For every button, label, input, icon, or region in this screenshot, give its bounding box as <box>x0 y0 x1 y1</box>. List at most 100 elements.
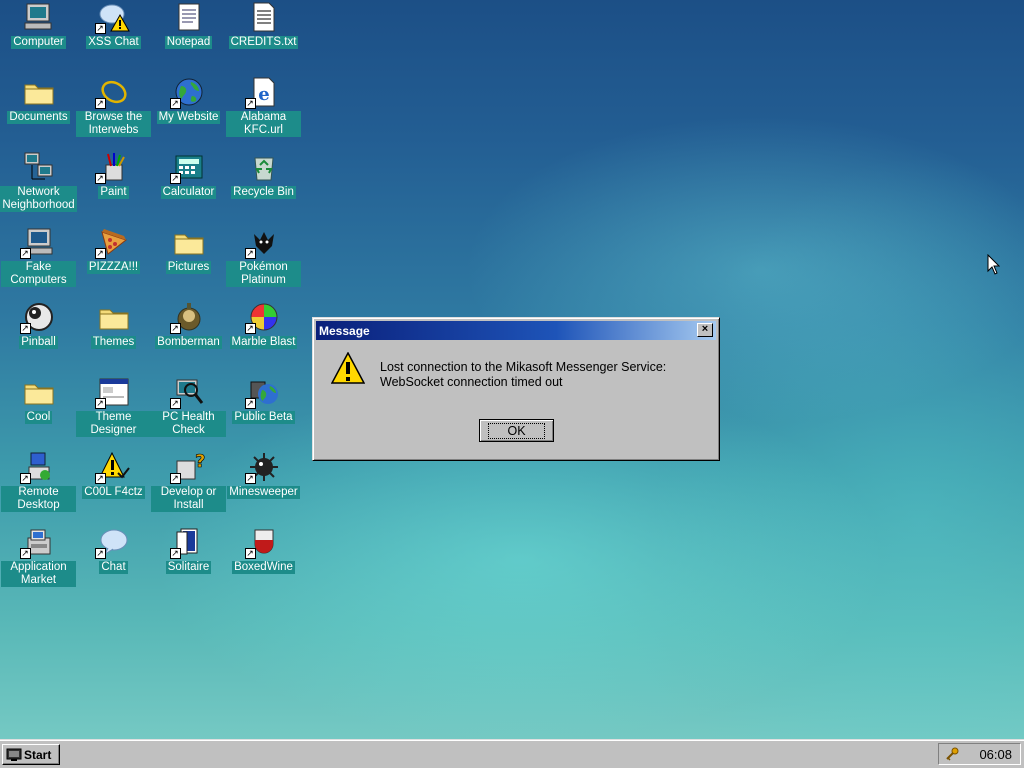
desktop-icon-pokemon[interactable]: ↗ Pokémon Platinum <box>226 225 301 287</box>
shortcut-arrow-icon: ↗ <box>94 398 106 409</box>
ok-button[interactable]: OK <box>479 419 554 442</box>
bomberman-icon: ↗ <box>169 300 206 334</box>
computer-icon <box>22 0 56 34</box>
start-label: Start <box>24 747 52 762</box>
chat-icon: ↗ <box>94 525 131 559</box>
taskbar: Start 06:08 <box>0 739 1024 768</box>
desktop-icon-label: Solitaire <box>165 561 212 574</box>
desktop-icon-label: Develop or Install <box>151 486 226 512</box>
pokemon-icon: ↗ <box>244 225 281 259</box>
app-market-icon: ↗ <box>19 525 56 559</box>
key-icon[interactable] <box>945 747 959 761</box>
desktop-icon-label: Themes <box>90 336 137 349</box>
desktop-icon-computer[interactable]: Computer <box>1 0 76 49</box>
shortcut-arrow-icon: ↗ <box>19 323 31 334</box>
dialog-message-line1: Lost connection to the Mikasoft Messenge… <box>380 360 667 374</box>
desktop-icon-label: Pinball <box>19 336 58 349</box>
start-button[interactable]: Start <box>2 744 60 765</box>
desktop-icon-label: Cool <box>24 411 53 424</box>
message-dialog: Message × Lost connection to the Mikasof… <box>312 317 720 461</box>
desktop-icon-bomberman[interactable]: ↗ Bomberman <box>151 300 226 349</box>
desktop-icon-xss-chat[interactable]: ↗ XSS Chat <box>76 0 151 49</box>
desktop-icon-label: XSS Chat <box>86 36 141 49</box>
warning-icon <box>331 352 365 384</box>
desktop-icon-recycle-bin[interactable]: Recycle Bin <box>226 150 301 199</box>
desktop-icon-develop-install[interactable]: ? ↗ Develop or Install <box>151 450 226 512</box>
desktop-icon-url-shortcut[interactable]: e ↗ Alabama KFC.url <box>226 75 301 137</box>
themes-folder-icon <box>97 300 131 334</box>
shortcut-arrow-icon: ↗ <box>94 98 106 109</box>
start-logo-icon <box>6 748 22 761</box>
desktop-icon-label: Network Neighborhood <box>0 186 77 212</box>
public-beta-icon: ↗ <box>244 375 281 409</box>
desktop-icon-cool-folder[interactable]: Cool <box>1 375 76 424</box>
desktop-icon-health-check[interactable]: ↗ PC Health Check <box>151 375 226 437</box>
paint-icon: ↗ <box>94 150 131 184</box>
desktop-icon-public-beta[interactable]: ↗ Public Beta <box>226 375 301 424</box>
dialog-close-button[interactable]: × <box>697 323 713 337</box>
remote-desktop-icon: ↗ <box>19 450 56 484</box>
cool-facts-icon: ↗ <box>94 450 131 484</box>
desktop-icon-label: My Website <box>156 111 221 124</box>
desktop-icon-notepad[interactable]: Notepad <box>151 0 226 49</box>
desktop-icon-theme-designer[interactable]: ↗ Theme Designer <box>76 375 151 437</box>
dialog-title-bar[interactable]: Message × <box>316 321 716 340</box>
desktop-icon-text-file[interactable]: CREDITS.txt <box>226 0 301 49</box>
desktop-icon-label: Alabama KFC.url <box>226 111 301 137</box>
clock[interactable]: 06:08 <box>979 747 1012 762</box>
minesweeper-icon: ↗ <box>244 450 281 484</box>
pictures-folder-icon <box>172 225 206 259</box>
desktop-icon-calculator[interactable]: ↗ Calculator <box>151 150 226 199</box>
desktop-icon-label: Public Beta <box>232 411 295 424</box>
desktop-icon-pictures-folder[interactable]: Pictures <box>151 225 226 274</box>
pinball-icon: ↗ <box>19 300 56 334</box>
shortcut-arrow-icon: ↗ <box>244 548 256 559</box>
desktop-icon-documents-folder[interactable]: Documents <box>1 75 76 124</box>
shortcut-arrow-icon: ↗ <box>19 248 31 259</box>
pizza-icon: ↗ <box>94 225 131 259</box>
desktop-icon-label: CREDITS.txt <box>228 36 299 49</box>
desktop-icon-label: Documents <box>7 111 70 124</box>
desktop-icon-label: Notepad <box>164 36 213 49</box>
shortcut-arrow-icon: ↗ <box>169 98 181 109</box>
desktop-icon-remote-desktop[interactable]: ↗ Remote Desktop <box>1 450 76 512</box>
website-globe-icon: ↗ <box>169 75 206 109</box>
shortcut-arrow-icon: ↗ <box>19 473 31 484</box>
desktop-icon-paint[interactable]: ↗ Paint <box>76 150 151 199</box>
desktop-icon-app-market[interactable]: ↗ Application Market <box>1 525 76 587</box>
desktop-icon-label: Application Market <box>1 561 76 587</box>
ok-button-label: OK <box>488 422 545 439</box>
desktop-icon-chat[interactable]: ↗ Chat <box>76 525 151 574</box>
desktop-icon-label: C00L F4ctz <box>82 486 145 499</box>
shortcut-arrow-icon: ↗ <box>94 548 106 559</box>
svg-text:?: ? <box>195 451 205 472</box>
desktop-icon-browser[interactable]: ↗ Browse the Interwebs <box>76 75 151 137</box>
desktop-icon-minesweeper[interactable]: ↗ Minesweeper <box>226 450 301 499</box>
desktop-icon-label: Marble Blast <box>229 336 298 349</box>
desktop-icon-label: Paint <box>98 186 129 199</box>
text-file-icon <box>247 0 281 34</box>
desktop-icon-label: Bomberman <box>155 336 222 349</box>
desktop-icon-pinball[interactable]: ↗ Pinball <box>1 300 76 349</box>
cool-folder-icon <box>22 375 56 409</box>
shortcut-arrow-icon: ↗ <box>169 548 181 559</box>
desktop-icon-pizza[interactable]: ↗ PIZZZA!!! <box>76 225 151 274</box>
shortcut-arrow-icon: ↗ <box>94 248 106 259</box>
desktop-icon-label: Pokémon Platinum <box>226 261 301 287</box>
desktop-icon-label: BoxedWine <box>232 561 295 574</box>
desktop-icon-boxedwine[interactable]: ↗ BoxedWine <box>226 525 301 574</box>
desktop-icon-cool-facts[interactable]: ↗ C00L F4ctz <box>76 450 151 499</box>
desktop-icon-label: Minesweeper <box>227 486 300 499</box>
svg-text:e: e <box>258 84 269 105</box>
desktop-icon-website-globe[interactable]: ↗ My Website <box>151 75 226 124</box>
desktop-icon-themes-folder[interactable]: Themes <box>76 300 151 349</box>
shortcut-arrow-icon: ↗ <box>169 323 181 334</box>
shortcut-arrow-icon: ↗ <box>169 473 181 484</box>
documents-folder-icon <box>22 75 56 109</box>
desktop-icon-label: Pictures <box>165 261 212 274</box>
desktop-icon-solitaire[interactable]: ↗ Solitaire <box>151 525 226 574</box>
develop-install-icon: ? ↗ <box>169 450 206 484</box>
desktop-icon-marble[interactable]: ↗ Marble Blast <box>226 300 301 349</box>
desktop-icon-fake-computer[interactable]: ↗ Fake Computers <box>1 225 76 287</box>
desktop-icon-network[interactable]: Network Neighborhood <box>0 150 77 212</box>
